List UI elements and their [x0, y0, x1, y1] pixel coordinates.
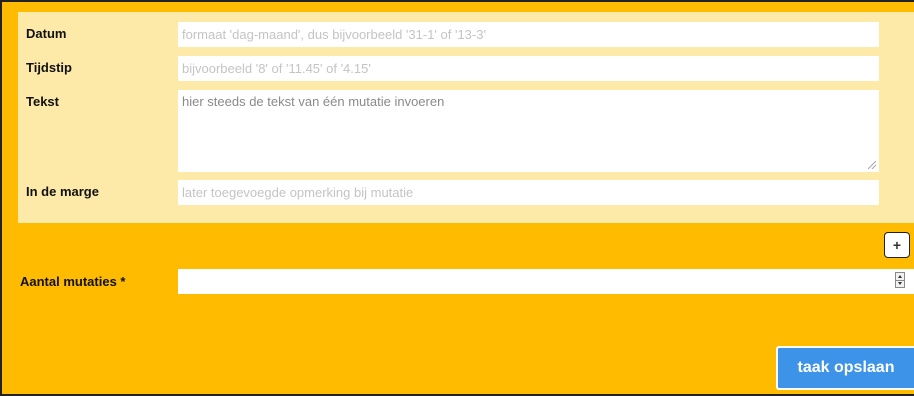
tekst-label: Tekst — [26, 94, 59, 109]
spinner-down-icon[interactable] — [898, 282, 902, 285]
add-mutation-button[interactable]: + — [884, 232, 910, 258]
marge-input[interactable] — [178, 180, 879, 205]
tekst-textarea[interactable] — [178, 90, 879, 172]
resize-grip-icon[interactable] — [868, 161, 876, 169]
spinner-up-icon[interactable] — [898, 275, 902, 278]
marge-label: In de marge — [26, 184, 99, 199]
tijdstip-label: Tijdstip — [26, 60, 72, 75]
number-spinner[interactable] — [895, 272, 905, 288]
save-task-button[interactable]: taak opslaan — [776, 346, 914, 390]
aantal-mutaties-label: Aantal mutaties * — [20, 274, 126, 289]
spinner-divider — [896, 280, 904, 281]
datum-label: Datum — [26, 26, 67, 41]
datum-input[interactable] — [178, 22, 879, 47]
aantal-mutaties-input[interactable] — [178, 269, 914, 294]
plus-icon: + — [892, 237, 902, 253]
tijdstip-input[interactable] — [178, 56, 879, 81]
